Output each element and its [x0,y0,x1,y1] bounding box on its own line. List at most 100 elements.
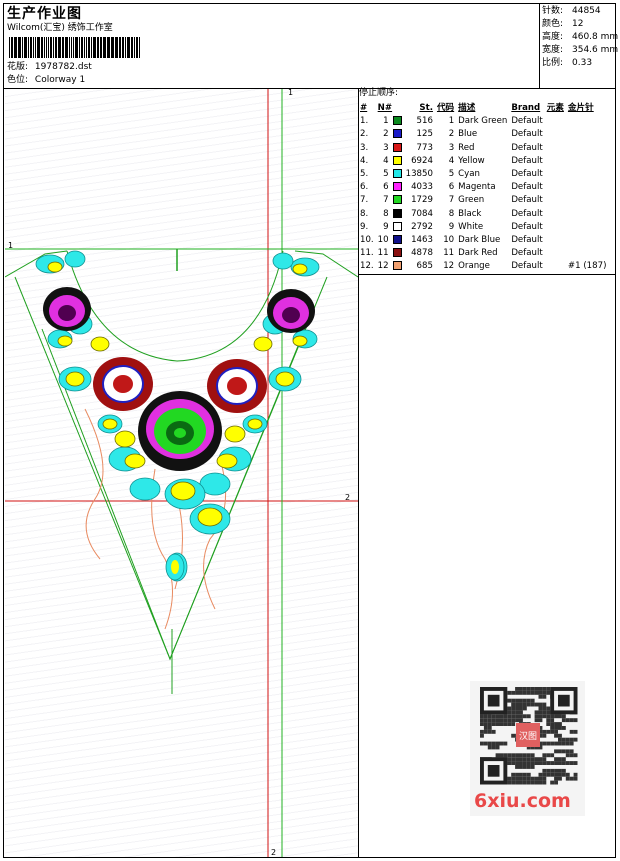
mark-1-top: 1 [288,89,293,97]
stitch-count: 7084 [411,208,433,219]
color-description: Dark Red [458,248,498,259]
stitch-count: 125 [416,129,433,140]
color-description: Red [458,142,475,153]
column-header: 元素 [546,103,564,113]
color-swatch [392,169,402,179]
barcode [9,37,140,58]
needle-cell: 5 [376,168,404,181]
row-index: 10. [360,235,374,246]
needle-number: 11 [377,248,389,259]
stitch-count: 773 [416,142,433,153]
color-description: Black [458,208,482,219]
element-cell [545,194,566,207]
design-canvas: 1 1 2 2 [5,89,358,857]
color-description: Green [458,195,485,206]
row-index: 8. [360,208,369,219]
sequin-note [566,234,609,247]
sequin-note [566,115,609,128]
color-swatch [392,248,402,258]
table-row: 3. 3 773 3 Red Default [358,142,608,155]
table-row: 11. 11 4878 11 Dark Red Default [358,247,608,260]
row-index: 6. [360,182,369,193]
column-header: 描述 [458,103,476,113]
table-row: 1. 1 516 1 Dark Green Default [358,115,608,128]
needle-number: 7 [383,195,389,206]
stat-value: 44854 [572,6,601,16]
stitch-count: 13850 [405,169,433,180]
element-cell [545,208,566,221]
table-row: 7. 7 1729 7 Green Default [358,194,608,207]
stat-row: 比例: 0.33 [542,57,618,70]
column-header: Brand [511,103,541,113]
element-cell [545,115,566,128]
stats-panel: 针数: 44854 颜色: 12 高度: 460.8 mm 宽度: 354.6 mm 比例: 0.… [542,5,618,70]
color-swatch [392,208,402,218]
mark-1-left: 1 [8,241,13,250]
needle-number: 1 [383,116,389,127]
stitch-count: 6924 [411,155,433,166]
color-code: 10 [443,235,455,246]
element-cell [545,155,566,168]
color-code: 11 [443,248,455,259]
sequin-note [566,128,609,141]
needle-cell: 2 [376,128,404,141]
sequin-note: #1 (187) [567,261,607,272]
table-row: 8. 8 7084 8 Black Default [358,208,608,221]
sequin-note [566,247,609,260]
brand: Default [511,129,543,140]
row-index: 2. [360,129,369,140]
color-code: 8 [448,208,455,219]
sequin-note [566,221,609,234]
element-cell [545,128,566,141]
needle-cell: 9 [376,221,404,234]
sequin-note [566,142,609,155]
company-name: Wilcom(汇宝) 绣饰工作室 [7,23,113,33]
brand: Default [511,155,543,166]
needle-number: 6 [383,182,389,193]
table-row: 2. 2 125 2 Blue Default [358,128,608,141]
color-description: White [458,221,484,232]
stitch-count: 685 [416,261,433,272]
element-cell [545,247,566,260]
needle-number: 4 [383,155,389,166]
brand: Default [511,221,543,232]
color-description: Orange [458,261,490,272]
stat-value: 460.8 mm [572,32,619,42]
sequin-note [566,155,609,168]
needle-cell: 7 [376,194,404,207]
needle-cell: 4 [376,155,404,168]
color-description: Blue [458,129,478,140]
color-code: 9 [448,221,455,232]
row-index: 7. [360,195,369,206]
color-swatch [392,116,402,126]
stitch-count: 1729 [411,195,433,206]
table-row: 12. 12 685 12 Orange Default #1 (187) [358,260,608,273]
brand: Default [511,142,543,153]
element-cell [545,181,566,194]
element-cell [545,260,566,273]
color-swatch [392,235,402,245]
color-description: Cyan [458,169,480,180]
color-swatch [392,142,402,152]
stats-divider [539,3,540,89]
row-index: 5. [360,169,369,180]
needle-number: 12 [377,261,389,272]
color-description: Dark Blue [458,235,501,246]
table-row: 4. 4 6924 4 Yellow Default [358,155,608,168]
colorway-value: Colorway 1 [34,75,86,85]
row-index: 11. [360,248,374,259]
brand: Default [511,208,543,219]
needle-cell: 3 [376,142,404,155]
element-cell [545,168,566,181]
needle-number: 5 [383,169,389,180]
sequin-note [566,168,609,181]
color-code: 4 [448,155,455,166]
row-index: 4. [360,155,369,166]
table-row: 6. 6 4033 6 Magenta Default [358,181,608,194]
color-description: Dark Green [458,116,508,127]
stat-row: 针数: 44854 [542,5,618,18]
brand: Default [511,169,543,180]
stop-sequence-label: 停止顺序: [359,88,399,98]
table-bottom-line [358,274,616,275]
row-index: 3. [360,142,369,153]
